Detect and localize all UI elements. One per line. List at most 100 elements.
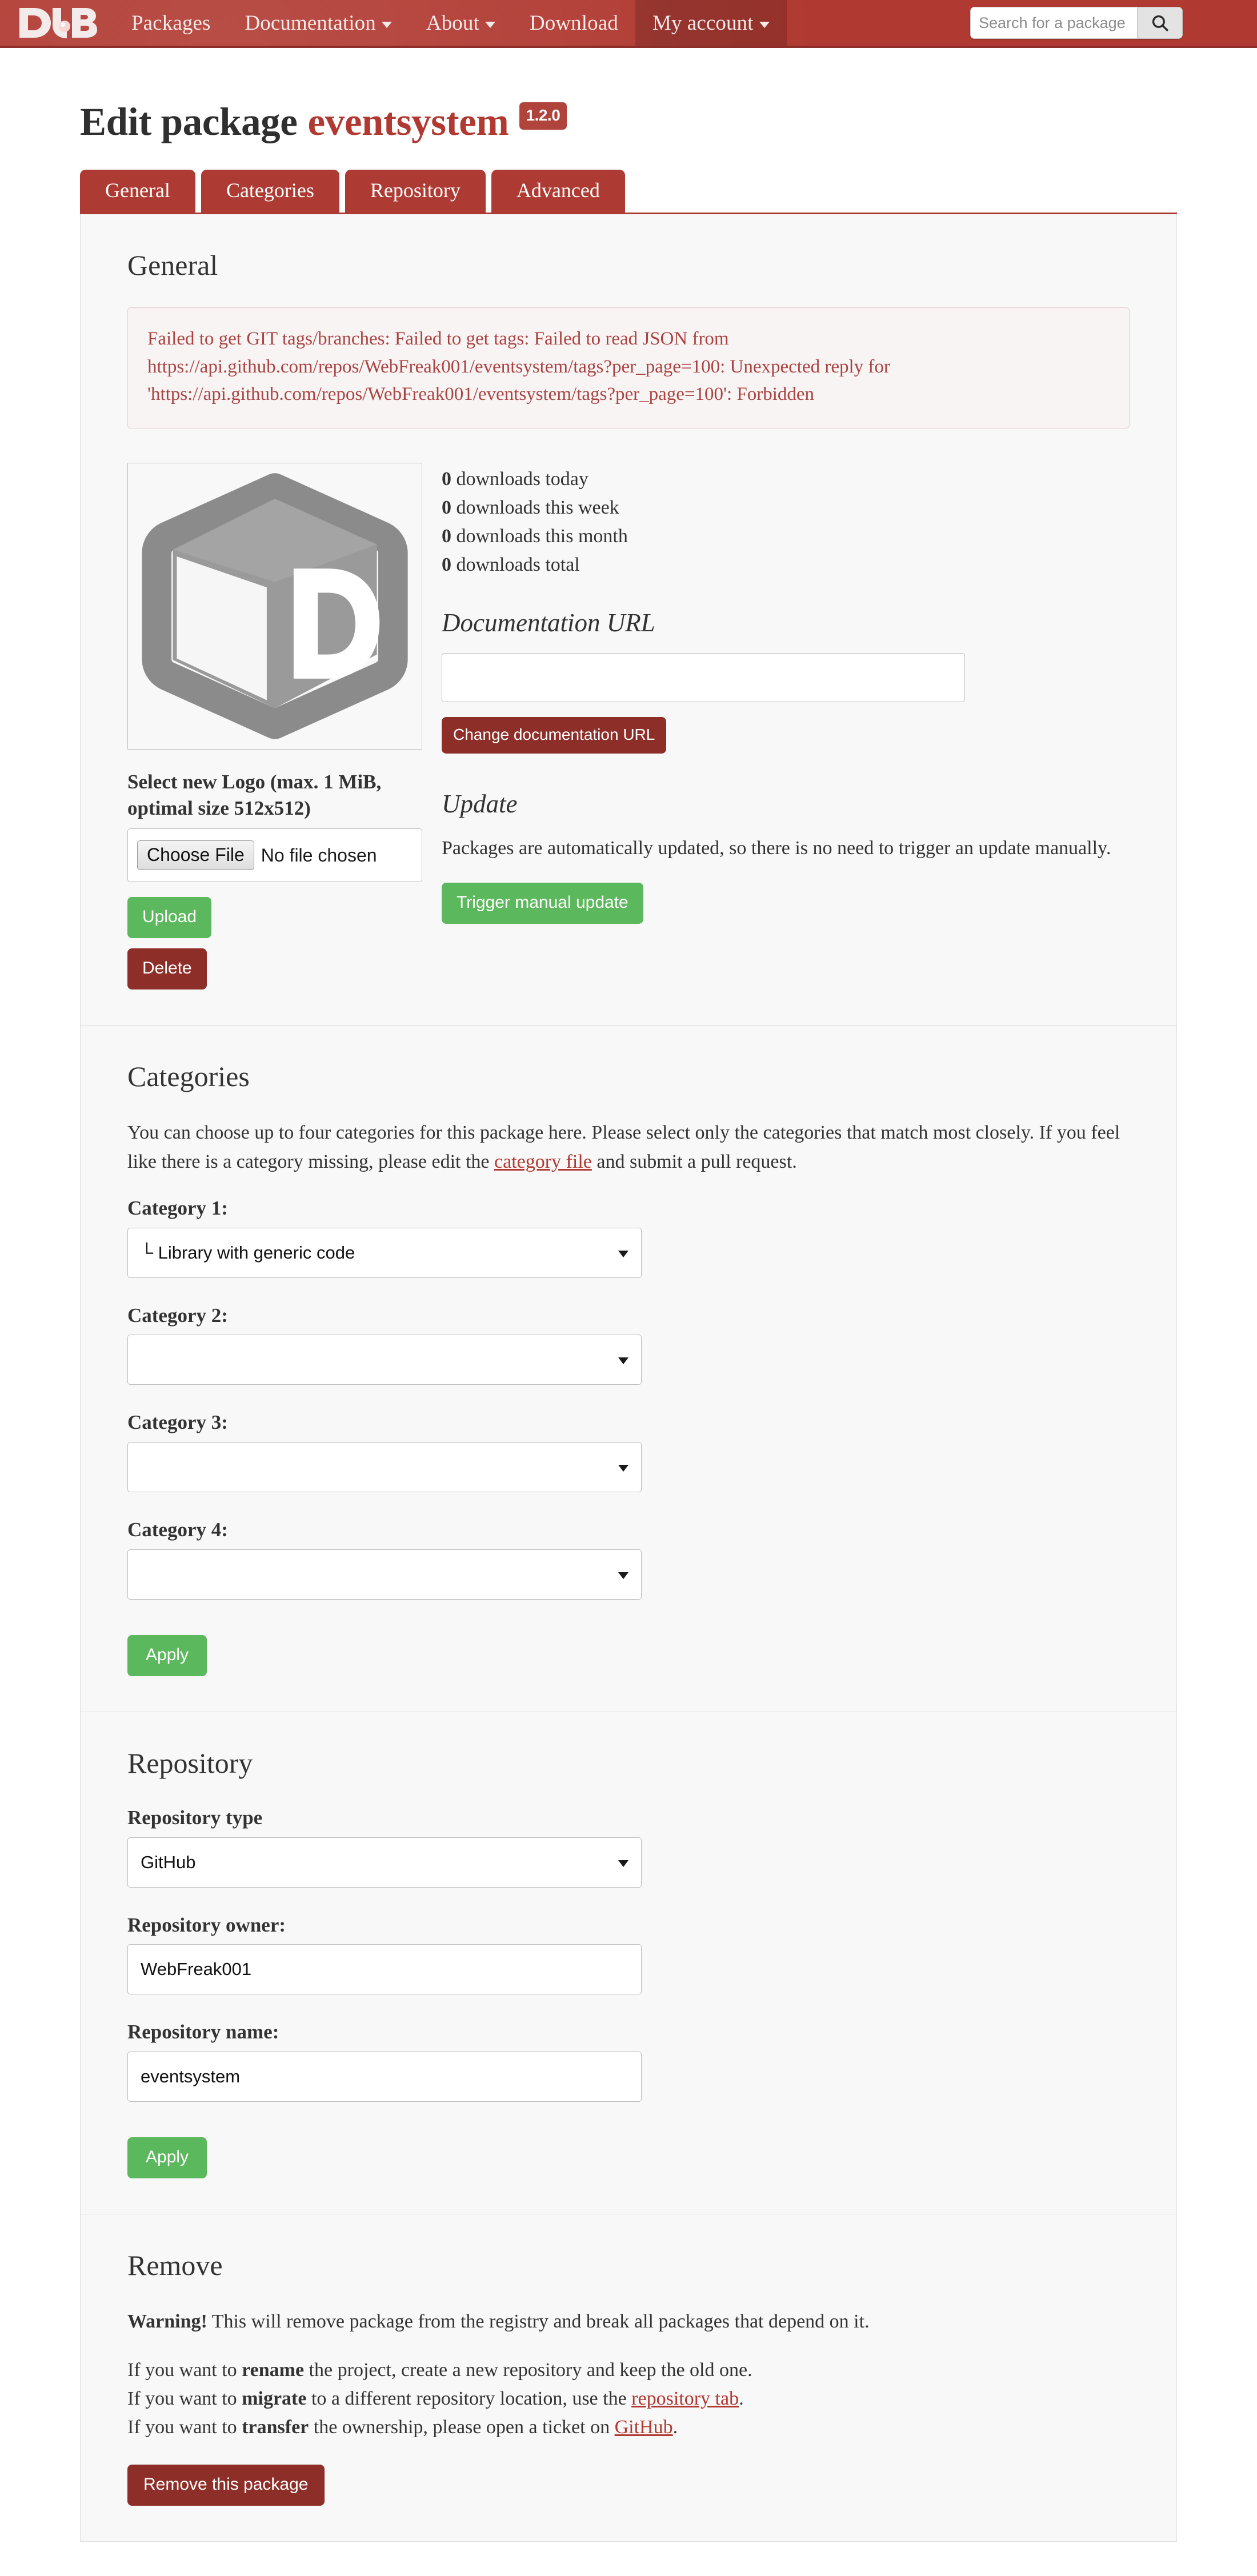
change-documentation-url-button[interactable]: Change documentation URL	[442, 717, 667, 754]
chevron-down-icon	[618, 1860, 628, 1867]
repository-name-group: Repository name:	[127, 2020, 1130, 2102]
stat-downloads-total: 0 downloads total	[442, 551, 1130, 579]
chevron-down-icon	[618, 1357, 628, 1365]
search-icon	[1152, 15, 1168, 31]
documentation-url-input[interactable]	[442, 653, 965, 703]
category-4-select[interactable]	[127, 1549, 642, 1600]
tab-repository[interactable]: Repository	[345, 170, 486, 213]
category-3-group: Category 3:	[127, 1410, 1130, 1493]
page-title-prefix: Edit package	[80, 100, 298, 143]
category-1-group: Category 1: └ Library with generic code	[127, 1196, 1130, 1278]
section-remove: Remove Warning! This will remove package…	[81, 2214, 1176, 2541]
chevron-down-icon	[381, 21, 392, 28]
tab-general[interactable]: General	[80, 170, 195, 213]
repository-owner-input[interactable]	[127, 1944, 642, 1995]
stat-downloads-week-count: 0	[442, 496, 451, 518]
logo-column: Select new Logo (max. 1 MiB, optimal siz…	[127, 462, 422, 990]
category-2-group: Category 2:	[127, 1303, 1130, 1385]
repository-tab-link[interactable]: repository tab	[631, 2388, 739, 2409]
stat-downloads-month-count: 0	[442, 525, 451, 547]
remove-rename-suffix: the project, create a new repository and…	[304, 2359, 752, 2381]
dub-logo-icon	[19, 8, 97, 38]
nav-item-my-account[interactable]: My account	[635, 0, 787, 46]
logo-file-input[interactable]: Choose File No file chosen	[127, 828, 422, 883]
nav-item-packages[interactable]: Packages	[114, 0, 227, 46]
error-alert-line-2: https://api.github.com/repos/WebFreak001…	[147, 356, 890, 377]
remove-transfer-bold: transfer	[242, 2417, 309, 2438]
repository-type-value: GitHub	[141, 1852, 196, 1873]
search-button[interactable]	[1137, 7, 1183, 39]
category-file-link[interactable]: category file	[494, 1151, 592, 1172]
remove-transfer-mid: the ownership, please open a ticket on	[309, 2417, 615, 2438]
category-4-label: Category 4:	[127, 1519, 228, 1541]
trigger-manual-update-button[interactable]: Trigger manual update	[442, 882, 643, 924]
remove-warning-bold: Warning!	[127, 2311, 207, 2333]
settings-card: General Failed to get GIT tags/branches:…	[80, 214, 1177, 2542]
file-chosen-status: No file chosen	[261, 844, 377, 866]
choose-file-button[interactable]: Choose File	[137, 840, 254, 871]
remove-this-package-button[interactable]: Remove this package	[127, 2465, 325, 2506]
page-title: Edit package eventsystem 1.2.0	[80, 101, 1177, 142]
nav-item-about[interactable]: About	[409, 0, 513, 46]
stat-downloads-month: 0 downloads this month	[442, 522, 1130, 551]
nav-item-documentation-label: Documentation	[245, 11, 376, 35]
error-alert-line-1: Failed to get GIT tags/branches: Failed …	[147, 328, 729, 350]
documentation-url-heading: Documentation URL	[442, 608, 655, 637]
section-repository: Repository Repository type GitHub Reposi…	[81, 1712, 1176, 2215]
error-alert-line-3: 'https://api.github.com/repos/WebFreak00…	[147, 384, 815, 405]
chevron-down-icon	[618, 1572, 628, 1579]
category-1-label: Category 1:	[127, 1196, 228, 1219]
category-1-select[interactable]: └ Library with generic code	[127, 1227, 642, 1278]
repository-type-select[interactable]: GitHub	[127, 1837, 642, 1888]
logo-upload-label: Select new Logo (max. 1 MiB, optimal siz…	[127, 770, 382, 820]
nav-item-download[interactable]: Download	[513, 0, 635, 46]
update-heading: Update	[442, 789, 518, 818]
upload-logo-button[interactable]: Upload	[127, 897, 212, 939]
github-link[interactable]: GitHub	[615, 2417, 673, 2438]
remove-migrate-prefix: If you want to	[127, 2387, 242, 2409]
package-cube-d-logo-icon	[142, 473, 408, 739]
search-group	[970, 7, 1183, 39]
stat-downloads-today-label: downloads today	[456, 468, 589, 490]
page-title-package-name: eventsystem	[307, 100, 509, 143]
category-3-label: Category 3:	[127, 1411, 228, 1434]
category-3-select[interactable]	[127, 1442, 642, 1493]
general-info-column: 0 downloads today 0 downloads this week …	[442, 463, 1130, 924]
categories-apply-button[interactable]: Apply	[127, 1634, 207, 1676]
category-2-select[interactable]	[127, 1335, 642, 1385]
nav-item-about-label: About	[426, 11, 479, 35]
nav-links: Packages Documentation About Download My…	[114, 0, 787, 46]
category-4-group: Category 4:	[127, 1517, 1130, 1600]
stat-downloads-week-label: downloads this week	[456, 496, 619, 518]
stat-downloads-total-label: downloads total	[456, 554, 580, 575]
search-input[interactable]	[970, 7, 1137, 39]
stat-downloads-today: 0 downloads today	[442, 465, 1130, 494]
repository-name-input[interactable]	[127, 2052, 642, 2102]
dub-logo-link[interactable]	[0, 0, 114, 46]
remove-rename-bold: rename	[242, 2359, 305, 2381]
remove-migrate-mid: to a different repository location, use …	[306, 2387, 632, 2409]
tab-advanced[interactable]: Advanced	[491, 170, 625, 213]
remove-migrate-line: If you want to migrate to a different re…	[127, 2385, 1130, 2413]
category-2-label: Category 2:	[127, 1304, 228, 1327]
stat-downloads-month-label: downloads this month	[456, 525, 628, 547]
remove-transfer-suffix: .	[672, 2417, 678, 2438]
repository-apply-button[interactable]: Apply	[127, 2137, 207, 2179]
logo-actions: Upload Delete	[127, 897, 422, 990]
remove-rename-prefix: If you want to	[127, 2359, 242, 2381]
chevron-down-icon	[618, 1250, 628, 1257]
repository-heading: Repository	[127, 1746, 253, 1779]
tab-bar: General Categories Repository Advanced	[80, 170, 1177, 215]
repository-type-label: Repository type	[127, 1806, 263, 1829]
page-container: Edit package eventsystem 1.2.0 General C…	[0, 101, 1257, 2542]
tab-categories[interactable]: Categories	[201, 170, 339, 213]
delete-logo-button[interactable]: Delete	[127, 948, 207, 990]
categories-heading: Categories	[127, 1060, 250, 1093]
remove-warning: Warning! This will remove package from t…	[127, 2307, 1130, 2336]
stat-downloads-total-count: 0	[442, 554, 451, 575]
remove-heading: Remove	[127, 2249, 223, 2282]
nav-item-documentation[interactable]: Documentation	[227, 0, 409, 46]
general-body: Select new Logo (max. 1 MiB, optimal siz…	[127, 462, 1130, 990]
remove-migrate-suffix: .	[739, 2387, 744, 2409]
